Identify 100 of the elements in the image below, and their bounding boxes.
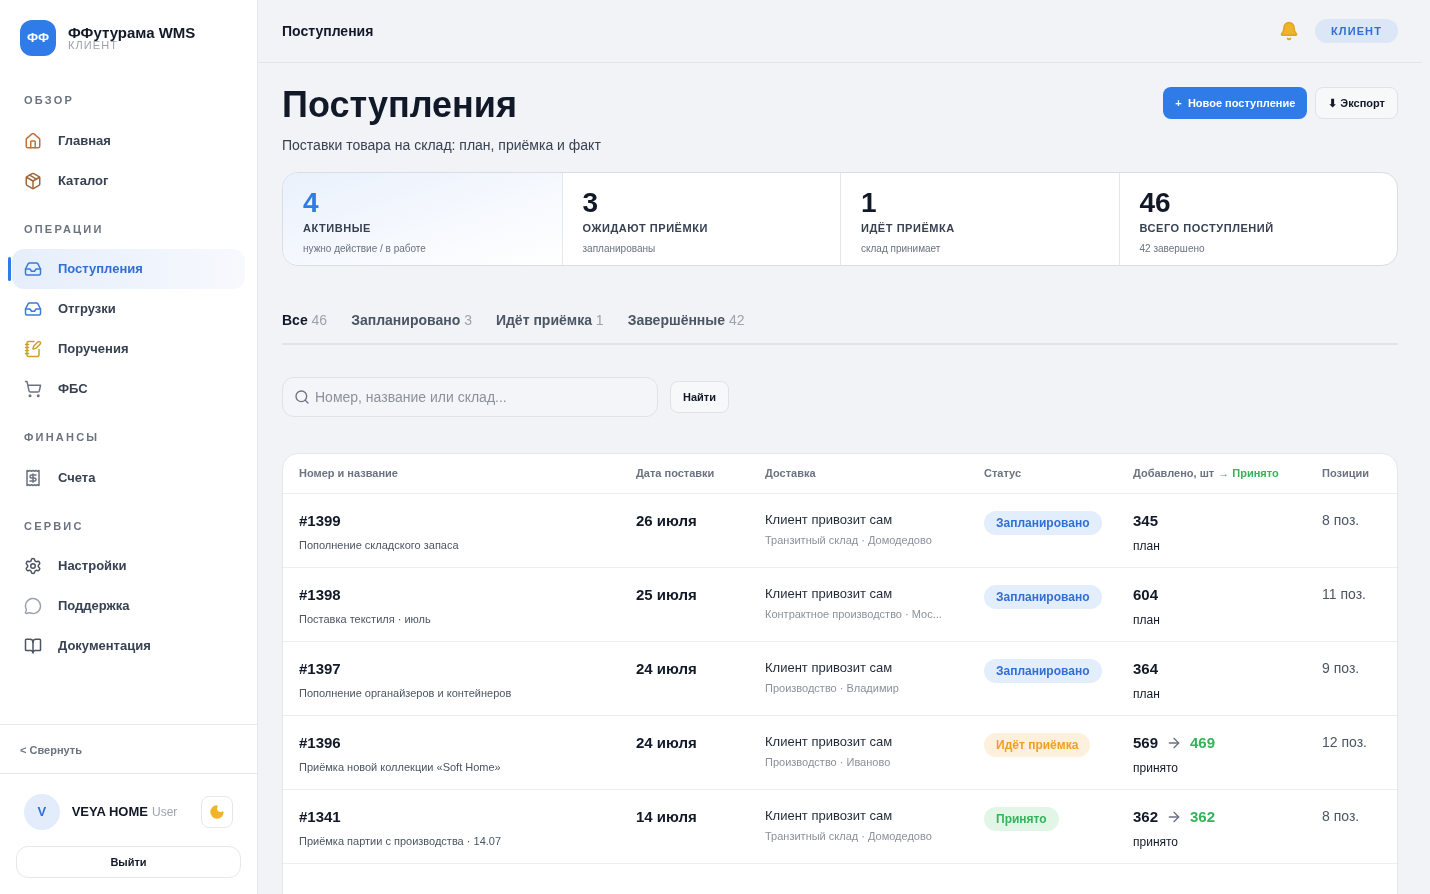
brand-role: КЛИЕНТ	[68, 40, 119, 51]
filter-tab[interactable]: Идёт приёмка 1	[495, 310, 604, 331]
stat-card[interactable]: 3 ОЖИДАЮТ ПРИЁМКИ запланированы	[561, 173, 840, 265]
table-row[interactable]: #1398 Поставка текстиля · июль 25 июля Клиент привозит сам Контрактное производство · Мос... Запланировано 604 план 11 поз.	[283, 568, 1397, 642]
section-title: ОПЕРАЦИИ	[23, 221, 105, 237]
sidebar-item[interactable]: Поступления	[12, 249, 245, 289]
stat-note: 42 завершено	[1139, 241, 1206, 256]
quantity-added: 364	[1133, 659, 1159, 679]
stat-note: нужно действие / в работе	[303, 241, 427, 256]
sidebar-item[interactable]: Каталог	[12, 160, 245, 201]
collapse-link[interactable]: < Свернуть	[20, 744, 82, 756]
status-badge: Принято	[984, 807, 1059, 831]
user-role: User	[151, 804, 178, 821]
sidebar-item[interactable]: Документация	[12, 626, 245, 666]
quantity-added: 604	[1133, 585, 1159, 605]
delivery-date: 25 июля	[636, 585, 698, 605]
quantity-added: 569	[1133, 733, 1159, 753]
warehouse: Производство · Владимир	[765, 680, 900, 696]
quantity-note: план	[1133, 685, 1161, 703]
column-header: Дата поставки	[636, 466, 716, 482]
delivery-method: Клиент привозит сам	[765, 511, 894, 529]
settings-icon	[24, 557, 42, 575]
warehouse: Транзитный склад · Домодедово	[765, 828, 933, 844]
receipt-number: #1397	[299, 659, 342, 679]
positions-count: 11 поз.	[1322, 585, 1367, 604]
theme-toggle[interactable]	[201, 796, 233, 828]
status-badge: Запланировано	[984, 511, 1102, 535]
sidebar-item[interactable]: Поддержка	[12, 586, 245, 626]
quantity-note: принято	[1133, 833, 1180, 851]
filter-tab[interactable]: Запланировано 3	[351, 310, 472, 331]
table-row[interactable]: #1341 Приёмка партии с производства · 14.07 14 июля Клиент привозит сам Транзитный склад · Домодедово Принято 362 362 принято 8 поз.	[283, 790, 1397, 864]
sidebar-item[interactable]: Главная	[12, 120, 245, 161]
column-header: Добавлено, шт	[1133, 466, 1215, 482]
quantity-added: 362	[1133, 807, 1159, 827]
new-receipt-button[interactable]: + Новое поступление	[1163, 87, 1308, 119]
quantity-note: план	[1133, 611, 1161, 629]
sidebar-item[interactable]: ФБС	[12, 369, 245, 409]
receipt-number: #1396	[299, 733, 342, 753]
section-title: ФИНАНСЫ	[23, 430, 101, 445]
column-header: Статус	[984, 466, 1023, 482]
quantity-note: принято	[1133, 759, 1180, 777]
delivery-method: Клиент привозит сам	[765, 659, 894, 677]
sidebar-item[interactable]: Отгрузки	[12, 289, 245, 329]
filter-tab[interactable]: Завершённые 42	[627, 310, 745, 331]
delivery-date: 24 июля	[636, 733, 698, 753]
positions-count: 9 поз.	[1322, 659, 1361, 678]
column-header: Доставка	[765, 466, 817, 482]
home-icon	[24, 131, 42, 150]
delivery-date: 24 июля	[636, 659, 698, 679]
status-badge: Идёт приёмка	[984, 733, 1091, 757]
warehouse: Транзитный склад · Домодедово	[765, 532, 933, 548]
status-badge: Запланировано	[984, 659, 1102, 683]
search-field[interactable]: Номер, название или склад...	[282, 377, 658, 417]
accepted-legend: → Принято	[1218, 465, 1279, 482]
receipt-icon	[24, 468, 42, 487]
stat-note: запланированы	[582, 241, 657, 256]
stat-label: ИДЁТ ПРИЁМКА	[861, 221, 956, 236]
sidebar-item[interactable]: Счета	[12, 457, 245, 498]
top-bar-title: Поступления	[282, 21, 374, 41]
page-subtitle: Поставки товара на склад: план, приёмка и факт	[282, 136, 601, 155]
export-button[interactable]: ⬇ Экспорт	[1315, 87, 1398, 119]
inbox-icon	[24, 260, 42, 278]
quantity-accepted: 469	[1190, 733, 1216, 753]
cart-icon	[24, 380, 42, 398]
receipt-name: Поставка текстиля · июль	[299, 611, 432, 627]
sidebar-item[interactable]: Поручения	[12, 329, 245, 369]
delivery-method: Клиент привозит сам	[765, 807, 894, 825]
receipt-number: #1399	[299, 511, 342, 531]
table-row[interactable]: #1399 Пополнение складского запаса 26 июля Клиент привозит сам Транзитный склад · Домодедово Запланировано 345 план 8 поз.	[283, 494, 1397, 568]
logout-button[interactable]: Выйти	[16, 846, 241, 878]
stat-card[interactable]: 4 АКТИВНЫЕ нужно действие / в работе	[283, 173, 562, 265]
stat-card[interactable]: 46 ВСЕГО ПОСТУПЛЕНИЙ 42 завершено	[1118, 173, 1397, 265]
column-header: Позиции	[1322, 466, 1370, 482]
page-title: Поступления	[282, 87, 518, 123]
moon-icon	[209, 804, 226, 820]
section-title: ОБЗОР	[23, 93, 75, 108]
receipt-name: Приёмка новой коллекции «Soft Home»	[299, 759, 502, 775]
table-row[interactable]: #1397 Пополнение органайзеров и контейнеров 24 июля Клиент привозит сам Производство · Владимир Запланировано 364 план 9 поз.	[283, 642, 1397, 716]
stat-note: склад принимает	[861, 241, 942, 256]
section-title: СЕРВИС	[23, 518, 85, 534]
delivery-date: 14 июля	[636, 807, 698, 827]
box-icon	[24, 171, 42, 190]
table-row[interactable]: #1396 Приёмка новой коллекции «Soft Home» 24 июля Клиент привозит сам Производство · Иваново Идёт приёмка 569 469 принято 12 поз.	[283, 716, 1397, 790]
receipt-number: #1341	[299, 807, 342, 827]
stat-card[interactable]: 1 ИДЁТ ПРИЁМКА склад принимает	[840, 173, 1119, 265]
bell-icon[interactable]	[1279, 21, 1300, 41]
quantity-accepted: 362	[1190, 807, 1216, 827]
receipt-name: Приёмка партии с производства · 14.07	[299, 833, 503, 849]
sidebar-item[interactable]: Настройки	[12, 546, 245, 586]
filter-tab[interactable]: Все 46	[282, 310, 328, 331]
brand-name: ФФутурама WMS	[68, 25, 196, 40]
stat-value: 46	[1139, 186, 1172, 220]
positions-count: 12 поз.	[1322, 733, 1368, 752]
search-icon	[294, 389, 310, 405]
stat-value: 1	[861, 186, 878, 220]
search-button[interactable]: Найти	[670, 381, 729, 413]
book-icon	[24, 637, 42, 655]
user-name: VEYA HOME	[71, 803, 148, 822]
stat-label: ОЖИДАЮТ ПРИЁМКИ	[582, 221, 709, 236]
notepad-icon	[24, 340, 42, 358]
